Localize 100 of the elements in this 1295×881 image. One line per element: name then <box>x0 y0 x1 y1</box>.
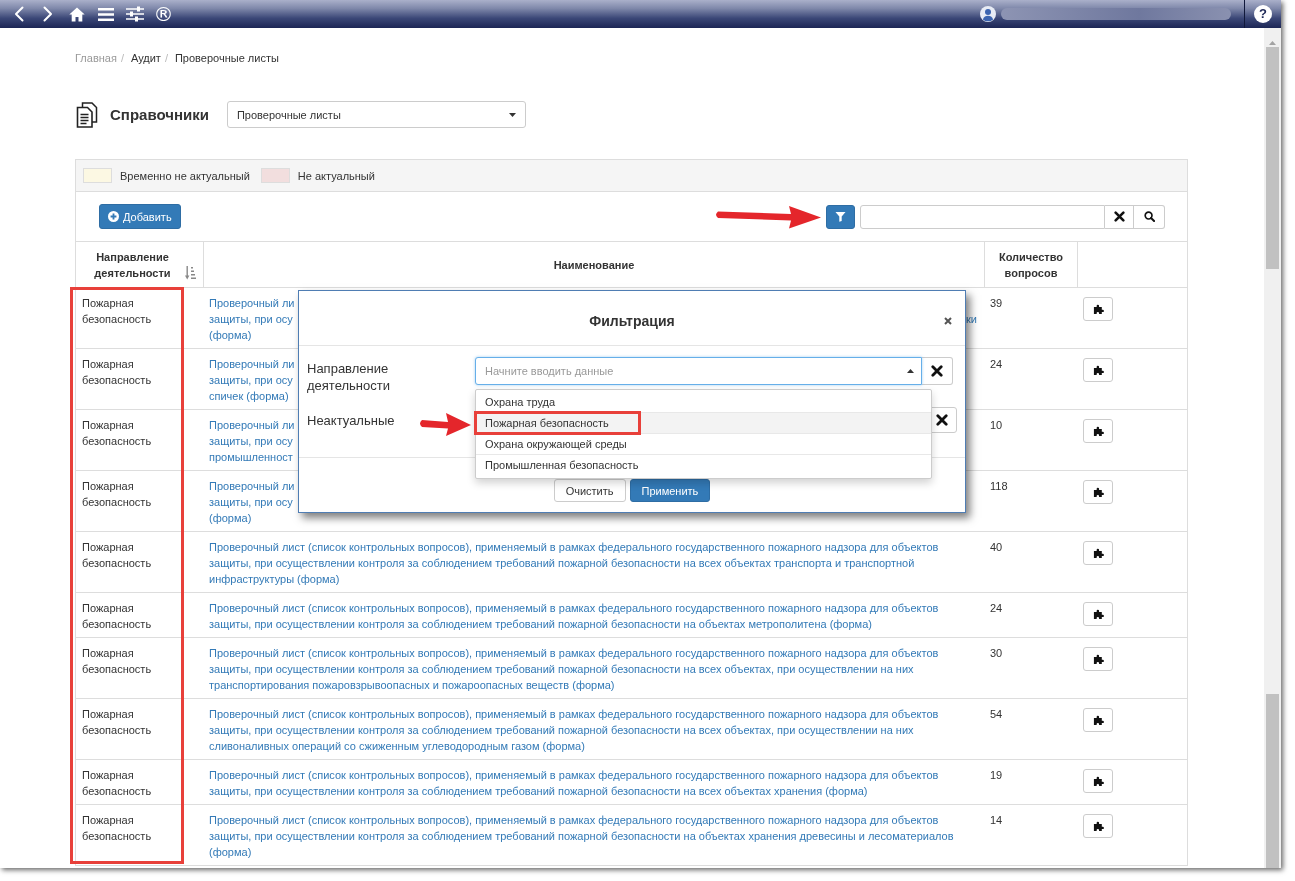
close-button[interactable] <box>944 316 952 325</box>
activity-cell-text: Пожарная безопасность <box>82 418 153 449</box>
apply-button[interactable]: Применить <box>629 479 711 502</box>
activity-cell-text: Пожарная безопасность <box>82 357 153 388</box>
caret-icon[interactable] <box>907 369 914 373</box>
puzzle-icon <box>1092 608 1104 620</box>
search-field[interactable] <box>860 204 1105 229</box>
row-action-button[interactable] <box>1083 647 1113 671</box>
checklist-link[interactable]: (форма) <box>209 510 252 526</box>
row-action-button[interactable] <box>1083 419 1113 443</box>
question-count: 24 <box>990 602 1003 614</box>
legend-label: Временно не актуальный <box>120 169 250 182</box>
plus-circle-icon <box>108 211 119 222</box>
row-action-button[interactable] <box>1083 297 1113 321</box>
checklist-link[interactable]: Проверочный ли <box>209 417 295 433</box>
puzzle-icon <box>1092 547 1104 559</box>
question-count: 54 <box>990 708 1003 720</box>
checklist-link[interactable]: защиты, при осу <box>209 372 293 388</box>
home-icon[interactable] <box>68 6 85 22</box>
row-action-button[interactable] <box>1083 602 1113 626</box>
puzzle-icon <box>1092 653 1104 665</box>
checklist-link[interactable]: Проверочный ли <box>209 295 295 311</box>
field-label: Направление деятельности <box>307 360 391 394</box>
row-action-button[interactable] <box>1083 358 1113 382</box>
checklist-link[interactable]: Проверочный ли <box>209 478 295 494</box>
column-header: Количество вопросов <box>985 242 1078 287</box>
documents-icon <box>76 101 98 128</box>
checklist-link[interactable]: (форма) <box>209 327 252 343</box>
question-count: 10 <box>990 419 1003 431</box>
checklist-link[interactable]: Проверочный лист (список контрольных вопросов), применяемый в рамках федерального государственного пожарного надзора для объектов защиты, при осуществлении контроля за соблюдением требований пожарной безопасности на всех объектах, при осуществлении на них транспортирования пожаровзрывоопасных и пожароопасных веществ (форма) <box>209 645 983 693</box>
checklist-link[interactable]: защиты, при осу <box>209 433 293 449</box>
question-count: 118 <box>990 480 1008 492</box>
dropdown-option[interactable]: Охрана окружающей среды <box>476 434 931 455</box>
activity-cell-text: Пожарная безопасность <box>82 813 153 844</box>
checklist-link[interactable]: защиты, при осу <box>209 311 293 327</box>
breadcrumb-separator: / <box>163 52 169 64</box>
activity-cell-text: Пожарная безопасность <box>82 707 153 738</box>
question-count: 40 <box>990 541 1003 553</box>
clear-filter-button[interactable]: Очистить <box>553 479 626 502</box>
row-action-button[interactable] <box>1083 769 1113 793</box>
page-title: Справочники <box>110 106 209 123</box>
scrollbar-thumb[interactable] <box>1266 47 1279 269</box>
checklist-link[interactable]: Проверочный лист (список контрольных вопросов), применяемый в рамках федерального государственного пожарного надзора для объектов защиты, при осуществлении контроля за соблюдением требований пожарной безопасности на объектах хранения древесины и лесоматериалов (форма) <box>209 812 983 860</box>
checklist-link[interactable]: защиты, при осу <box>209 494 293 510</box>
x-icon <box>931 365 943 377</box>
checklist-link[interactable]: Проверочный лист (список контрольных вопросов), применяемый в рамках федерального государственного пожарного надзора для объектов защиты, при осуществлении контроля за соблюдением требований пожарной безопасности на всех объектах транспорта и транспортной инфраструктуры (форма) <box>209 539 983 587</box>
activity-field[interactable]: Начните вводить данные <box>475 357 922 385</box>
row-action-button[interactable] <box>1083 708 1113 732</box>
clear-search-button[interactable] <box>1105 204 1134 229</box>
row-action-button[interactable] <box>1083 541 1113 565</box>
registered-mark[interactable]: ® <box>153 4 174 24</box>
help-button[interactable]: ? <box>1254 5 1272 23</box>
checklist-link[interactable]: Проверочный лист (список контрольных вопросов), применяемый в рамках федерального государственного пожарного надзора для объектов защиты, при осуществлении контроля за соблюдением требований пожарной безопасности на всех объектах хранения (форма) <box>209 767 983 799</box>
puzzle-icon <box>1092 820 1104 832</box>
activity-cell-text: Пожарная безопасность <box>82 296 153 327</box>
checklist-link[interactable]: ки <box>966 311 977 327</box>
x-icon <box>1113 211 1125 222</box>
puzzle-icon <box>1092 486 1104 498</box>
breadcrumb-separator: / <box>119 52 125 64</box>
row-action-button[interactable] <box>1083 814 1113 838</box>
user-icon[interactable] <box>980 6 996 22</box>
row-action-button[interactable] <box>1083 480 1113 504</box>
filter-button[interactable] <box>826 204 855 229</box>
dropdown-option[interactable]: Промышленная безопасность <box>476 455 931 475</box>
activity-cell-text: Пожарная безопасность <box>82 768 153 799</box>
caret-icon <box>508 112 516 117</box>
clear-button[interactable] <box>922 357 953 385</box>
activity-cell-text: Пожарная безопасность <box>82 601 153 632</box>
sort-icon[interactable] <box>185 266 196 280</box>
sliders-icon[interactable] <box>125 6 144 22</box>
puzzle-icon <box>1092 364 1104 376</box>
breadcrumb-item[interactable]: Главная <box>75 52 117 64</box>
menu-icon[interactable] <box>97 7 114 21</box>
checklist-link[interactable]: Проверочный лист (список контрольных вопросов), применяемый в рамках федерального государственного пожарного надзора для объектов защиты, при осуществлении контроля за соблюдением требований пожарной безопасности на всех объектах, при осуществлении на них сливоналивных операций со сжиженным углеводородным газом (форма) <box>209 706 983 754</box>
chevron-right-icon[interactable] <box>42 6 53 22</box>
activity-cell-text: Пожарная безопасность <box>82 540 153 571</box>
column-header[interactable]: Направление деятельности <box>76 242 204 287</box>
checklist-link[interactable]: Проверочный лист (список контрольных вопросов), применяемый в рамках федерального государственного пожарного надзора для объектов защиты, при осуществлении контроля за соблюдением требований пожарной безопасности на объектах метрополитена (форма) <box>209 600 983 632</box>
question-count: 14 <box>990 814 1003 826</box>
question-count: 19 <box>990 769 1003 781</box>
reference-select[interactable]: Проверочные листы <box>226 101 526 128</box>
column-header: Наименование <box>204 242 985 287</box>
puzzle-icon <box>1092 714 1104 726</box>
search-icon <box>1143 211 1155 222</box>
annotation-arrow <box>418 412 472 437</box>
dropdown-option[interactable]: Пожарная безопасность <box>476 413 931 434</box>
activity-cell-text: Пожарная безопасность <box>82 479 153 510</box>
question-count: 30 <box>990 647 1003 659</box>
question-count: 24 <box>990 358 1003 370</box>
checklist-link[interactable]: промышленност <box>209 449 293 465</box>
add-button[interactable]: Добавить <box>99 204 181 229</box>
question-count: 39 <box>990 297 1003 309</box>
chevron-left-icon[interactable] <box>13 6 24 22</box>
checklist-link[interactable]: Проверочный ли <box>209 356 295 372</box>
checklist-link[interactable]: спичек (форма) <box>209 388 289 404</box>
puzzle-icon <box>1092 775 1104 787</box>
scrollbar-thumb[interactable] <box>1266 694 1279 868</box>
breadcrumb-item[interactable]: Аудит <box>130 52 161 64</box>
activity-cell-text: Пожарная безопасность <box>82 646 153 677</box>
search-button[interactable] <box>1134 204 1165 229</box>
